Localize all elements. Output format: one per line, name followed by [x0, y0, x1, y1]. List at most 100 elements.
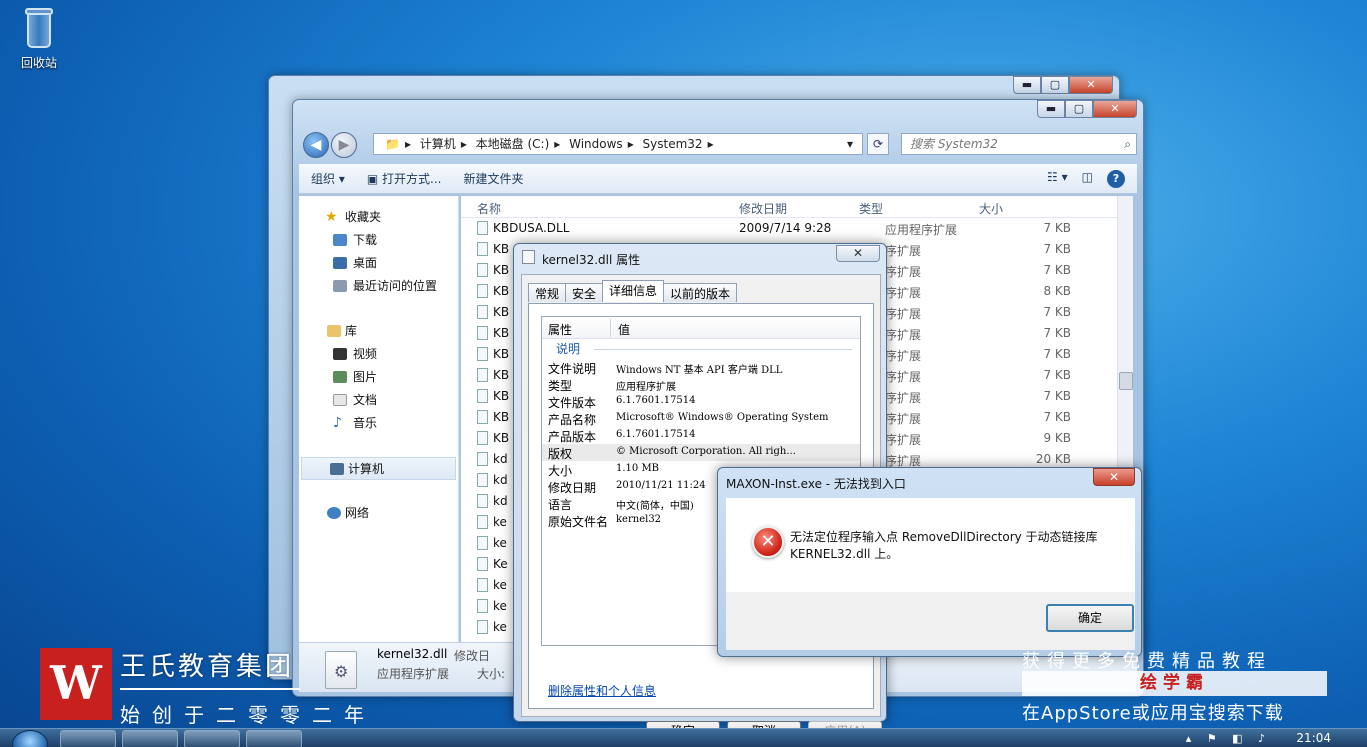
- property-value: 中文(简体，中国): [616, 501, 694, 512]
- view-options-icon[interactable]: ☷ ▾: [1047, 170, 1068, 188]
- computer-icon: [330, 463, 344, 475]
- dll-file-icon: [477, 242, 488, 256]
- minimize-button[interactable]: ▬: [1013, 76, 1041, 94]
- dll-file-icon: [325, 651, 357, 689]
- column-name[interactable]: 名称: [477, 200, 501, 217]
- property-row[interactable]: 类型 应用程序扩展: [542, 376, 860, 393]
- nav-music[interactable]: ♪ 音乐: [299, 412, 458, 435]
- nav-documents[interactable]: 文档: [299, 389, 458, 412]
- property-row[interactable]: 产品版本 6.1.7601.17514: [542, 427, 860, 444]
- property-name: 文件版本: [548, 396, 597, 410]
- breadcrumb-computer[interactable]: 计算机: [420, 137, 456, 151]
- nav-pictures[interactable]: 图片: [299, 366, 458, 389]
- open-with-button[interactable]: ▣ 打开方式...: [367, 170, 442, 187]
- recycle-bin-icon: [22, 6, 56, 50]
- property-row[interactable]: 文件说明 Windows NT 基本 API 客户端 DLL: [542, 359, 860, 376]
- file-type: 序扩展: [885, 286, 922, 300]
- address-bar[interactable]: 📁 ▸ 计算机 ▸ 本地磁盘 (C:) ▸ Windows ▸ System32 ▸ ▾: [373, 133, 863, 155]
- nav-recent[interactable]: 最近访问的位置: [299, 275, 458, 298]
- property-name: 产品名称: [548, 413, 597, 427]
- dll-file-icon: [477, 515, 488, 529]
- new-folder-button[interactable]: 新建文件夹: [463, 170, 523, 187]
- taskbar-clock[interactable]: 21:04: [1296, 731, 1331, 745]
- file-name: KB: [493, 284, 510, 298]
- property-row[interactable]: 产品名称 Microsoft® Windows® Operating System: [542, 410, 860, 427]
- taskbar-window-button[interactable]: [246, 730, 302, 747]
- file-name: KB: [493, 389, 510, 403]
- tab-security[interactable]: 安全: [565, 283, 604, 302]
- nav-label: 下载: [353, 233, 378, 247]
- nav-favorites[interactable]: ★ 收藏夹: [299, 206, 458, 229]
- taskbar-window-button[interactable]: [184, 730, 240, 747]
- network-icon: [327, 507, 341, 519]
- property-row[interactable]: 版权 © Microsoft Corporation. All righ...: [542, 444, 860, 461]
- forward-button[interactable]: ▶: [331, 132, 357, 158]
- file-type: 序扩展: [885, 391, 922, 405]
- table-row[interactable]: KBDUSA.DLL 2009/7/14 9:28 应用程序扩展 7 KB: [461, 218, 1133, 239]
- promo-line-3: 在AppStore或应用宝搜索下载: [1022, 703, 1284, 724]
- breadcrumb-system32[interactable]: System32: [643, 137, 703, 151]
- nav-videos[interactable]: 视频: [299, 343, 458, 366]
- error-ok-button[interactable]: 确定: [1046, 604, 1134, 632]
- start-button[interactable]: [12, 730, 48, 747]
- tab-previous-versions[interactable]: 以前的版本: [663, 283, 738, 302]
- nav-label: 文档: [353, 393, 378, 407]
- nav-label: 桌面: [353, 256, 378, 270]
- dll-file-icon: [477, 578, 488, 592]
- property-row[interactable]: 文件版本 6.1.7601.17514: [542, 393, 860, 410]
- column-size[interactable]: 大小: [979, 200, 1003, 217]
- search-placeholder: 搜索 System32: [910, 137, 998, 151]
- maximize-button[interactable]: ▢: [1041, 76, 1069, 94]
- property-name: 产品版本: [548, 430, 597, 444]
- remove-properties-link[interactable]: 删除属性和个人信息: [548, 682, 656, 699]
- recycle-bin-desktop-icon[interactable]: 回收站: [14, 6, 64, 71]
- close-button[interactable]: ✕: [1093, 100, 1137, 118]
- file-name: KB: [493, 263, 510, 277]
- organize-button[interactable]: 组织 ▾: [311, 170, 345, 187]
- property-name: 修改日期: [548, 481, 597, 495]
- dll-file-icon: [477, 389, 488, 403]
- taskbar-ie-button[interactable]: [60, 730, 116, 747]
- error-close-button[interactable]: ✕: [1093, 468, 1135, 486]
- refresh-button[interactable]: ⟳: [867, 133, 889, 155]
- close-button[interactable]: ✕: [1069, 76, 1113, 94]
- error-dialog[interactable]: MAXON-Inst.exe - 无法找到入口 ✕ ✕ 无法定位程序输入点 Re…: [717, 467, 1142, 657]
- help-icon[interactable]: ?: [1107, 169, 1125, 188]
- property-name: 版权: [548, 447, 573, 461]
- details-size-label: 大小:: [477, 667, 506, 681]
- nav-label: 库: [345, 324, 358, 338]
- nav-downloads[interactable]: 下载: [299, 229, 458, 252]
- header-value[interactable]: 值: [618, 321, 630, 338]
- tab-general[interactable]: 常规: [528, 283, 567, 302]
- music-icon: ♪: [333, 415, 342, 431]
- preview-pane-icon[interactable]: ◫: [1082, 170, 1093, 188]
- file-type: 序扩展: [885, 370, 922, 384]
- header-property[interactable]: 属性: [548, 321, 572, 338]
- file-size: 7 KB: [1043, 389, 1071, 403]
- address-dropdown-icon[interactable]: ▾: [847, 134, 853, 154]
- maximize-button[interactable]: ▢: [1065, 100, 1093, 118]
- breadcrumb-local-disk[interactable]: 本地磁盘 (C:): [476, 137, 550, 151]
- back-button[interactable]: ◀: [303, 132, 329, 158]
- nav-libraries[interactable]: 库: [299, 320, 458, 343]
- properties-close-button[interactable]: ✕: [836, 245, 880, 262]
- scrollbar-thumb[interactable]: [1119, 372, 1133, 390]
- tray-icons[interactable]: ▴ ⚑ ◧ ♪: [1186, 732, 1271, 745]
- brand-divider: [120, 688, 300, 690]
- column-date[interactable]: 修改日期: [739, 200, 787, 217]
- search-input[interactable]: 搜索 System32 ⌕: [901, 133, 1137, 155]
- file-name: ke: [493, 536, 507, 550]
- dll-file-icon: [477, 221, 488, 235]
- breadcrumb-windows[interactable]: Windows: [569, 137, 623, 151]
- video-icon: [333, 348, 347, 360]
- file-name: ke: [493, 599, 507, 613]
- nav-desktop[interactable]: 桌面: [299, 252, 458, 275]
- file-name: ke: [493, 515, 507, 529]
- column-type[interactable]: 类型: [859, 200, 883, 217]
- nav-network[interactable]: 网络: [299, 502, 458, 525]
- minimize-button[interactable]: ▬: [1037, 100, 1065, 118]
- brand-name: 王氏教育集团: [120, 652, 295, 682]
- tab-details[interactable]: 详细信息: [602, 280, 665, 302]
- nav-computer[interactable]: 计算机: [301, 457, 456, 480]
- taskbar-explorer-button[interactable]: [122, 730, 178, 747]
